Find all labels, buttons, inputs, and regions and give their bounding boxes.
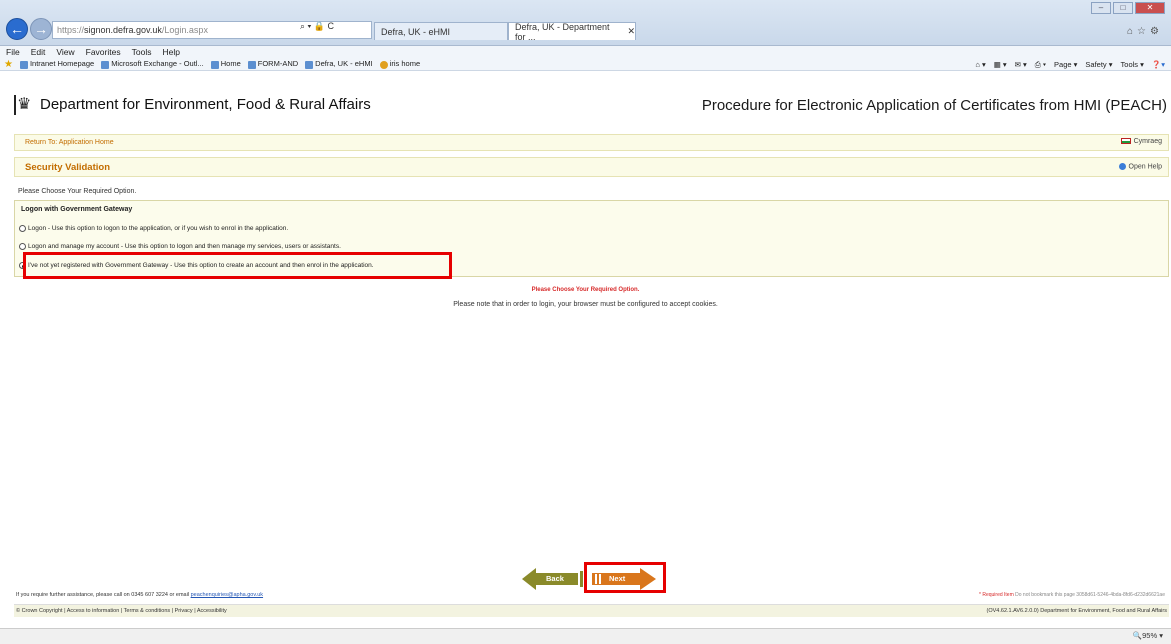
fav-exchange[interactable]: Microsoft Exchange - Outl... [101,59,204,69]
menu-favorites[interactable]: Favorites [86,47,121,57]
page-icon [247,60,256,69]
fav-intranet[interactable]: Intranet Homepage [19,59,95,69]
section-header: Security Validation Open Help [14,157,1169,177]
open-help-link[interactable]: Open Help [1118,163,1162,171]
return-bar: Return To: Application Home Cymraeg [14,134,1169,151]
fav-iris-home[interactable]: iris home [379,59,421,69]
footer-link-bar: © Crown Copyright | Access to informatio… [14,604,1169,617]
menu-file[interactable]: File [6,47,20,57]
fav-home-label: Home [220,59,241,69]
help-icon[interactable]: ❓▾ [1152,60,1165,69]
page-menu[interactable]: Page ▾ [1054,60,1077,69]
zoom-control[interactable]: 🔍95% ▾ [1133,631,1163,640]
zoom-level: 95% [1142,631,1158,640]
menu-view[interactable]: View [56,47,74,57]
page-icon [101,60,110,69]
option-manage-label: Logon and manage my account - Use this o… [28,243,341,250]
welsh-flag-icon [1120,138,1131,145]
browser-back-button[interactable]: ← [6,18,28,40]
feeds-icon[interactable]: ▦ ▾ [994,60,1007,69]
tab-defra-department[interactable]: Defra, UK - Department for ... ✕ [508,21,636,42]
fav-exchange-label: Microsoft Exchange - Outl... [111,59,204,69]
required-note: * Required Item [979,592,1014,598]
manage-account-radio[interactable] [19,243,26,250]
page-icon [19,60,28,69]
help-icon [1118,163,1126,170]
menu-edit[interactable]: Edit [31,47,46,57]
help-text: If you require further assistance, pleas… [16,592,190,598]
open-help-label: Open Help [1128,163,1162,171]
header-divider [14,95,16,115]
browser-forward-button[interactable]: → [30,18,52,40]
bookmark-note: Do not bookmark this page 3058d61-5246-4… [1015,592,1165,598]
menu-tools[interactable]: Tools [132,47,152,57]
menu-bar: File Edit View Favorites Tools Help [0,46,1171,58]
option-logon-label: Logon - Use this option to logon to the … [28,225,289,232]
tools-menu[interactable]: Tools ▾ [1121,60,1144,69]
choose-option-prompt: Please Choose Your Required Option. [18,188,137,195]
back-label: Back [546,574,564,583]
fav-home[interactable]: Home [210,59,241,69]
url-prefix: https:// [57,25,85,35]
iris-icon [379,60,388,69]
fav-ehmi[interactable]: Defra, UK - eHMI [305,59,373,69]
tab-defra-label: Defra, UK - Department for ... [515,21,610,42]
favorites-star-icon[interactable]: ★ [4,59,13,70]
page-icon [210,60,219,69]
fav-intranet-label: Intranet Homepage [29,59,95,69]
option-manage-account[interactable]: Logon and manage my account - Use this o… [19,243,341,250]
footer-help-text: If you require further assistance, pleas… [16,592,263,598]
url-path: /Login.aspx [161,25,208,35]
version-info: (OV4.62.1.AV6.2.0.0) Department for Envi… [986,608,1167,614]
validation-warning: Please Choose Your Required Option. [531,287,640,293]
browser-status-bar: 🔍95% ▾ [0,628,1171,644]
highlight-selected-option [23,252,452,279]
option-logon[interactable]: Logon - Use this option to logon to the … [19,225,288,232]
minimize-button[interactable]: – [1091,2,1111,14]
window-controls: – □ ✕ [1091,2,1165,14]
return-home-link[interactable]: Return To: Application Home [25,139,114,146]
tab-ehmi[interactable]: Defra, UK - eHMI [374,22,508,40]
page-icon [305,60,314,69]
print-icon[interactable]: ⎙ ▾ [1035,60,1046,70]
zoom-icon: 🔍 [1132,631,1143,640]
close-tab-icon[interactable]: ✕ [627,26,635,37]
footer-links[interactable]: © Crown Copyright | Access to informatio… [16,608,227,614]
cymraeg-link[interactable]: Cymraeg [1120,138,1162,145]
url-host: signon.defra.gov.uk [84,25,162,35]
fav-ehmi-label: Defra, UK - eHMI [315,59,373,69]
safety-menu[interactable]: Safety ▾ [1085,60,1112,69]
footer-right-notes: * Required Item Do not bookmark this pag… [979,592,1165,598]
org-name: Department for Environment, Food & Rural… [40,96,371,113]
menu-help[interactable]: Help [162,47,179,57]
options-group-title: Logon with Government Gateway [21,206,133,213]
button-separator [580,571,583,587]
home-icon[interactable]: ⌂ ▾ [975,60,985,69]
logon-radio[interactable] [19,225,26,232]
highlight-next-button [584,562,666,593]
fav-form-and[interactable]: FORM-AND [247,59,299,69]
app-name: Procedure for Electronic Application of … [701,97,1167,114]
arrow-right-icon: → [34,21,48,37]
page-title: Security Validation [25,162,110,173]
cookie-note: Please note that in order to login, your… [453,301,718,308]
cymraeg-label: Cymraeg [1133,138,1162,145]
close-window-button[interactable]: ✕ [1135,2,1165,14]
royal-crest-icon: ♛ [17,96,32,113]
back-button[interactable]: Back [522,568,578,590]
browser-titlebar: – □ ✕ ← → https://signon.defra.gov.uk/Lo… [0,0,1171,46]
tab-ehmi-label: Defra, UK - eHMI [381,26,451,37]
fav-form-and-label: FORM-AND [257,59,299,69]
help-email-link[interactable]: peachenquiries@apha.gov.uk [191,592,263,598]
command-bar: ⌂ ▾ ▦ ▾ ✉ ▾ ⎙ ▾ Page ▾ Safety ▾ Tools ▾ … [975,58,1165,71]
arrow-left-icon: ← [10,21,24,37]
fav-iris-label: iris home [389,59,421,69]
home-favorites-settings-icons[interactable]: ⌂☆⚙ [1127,26,1163,37]
mail-icon[interactable]: ✉ ▾ [1015,60,1027,69]
maximize-button[interactable]: □ [1113,2,1133,14]
address-tools[interactable]: ⌕ ▾ 🔒 C [300,21,334,32]
